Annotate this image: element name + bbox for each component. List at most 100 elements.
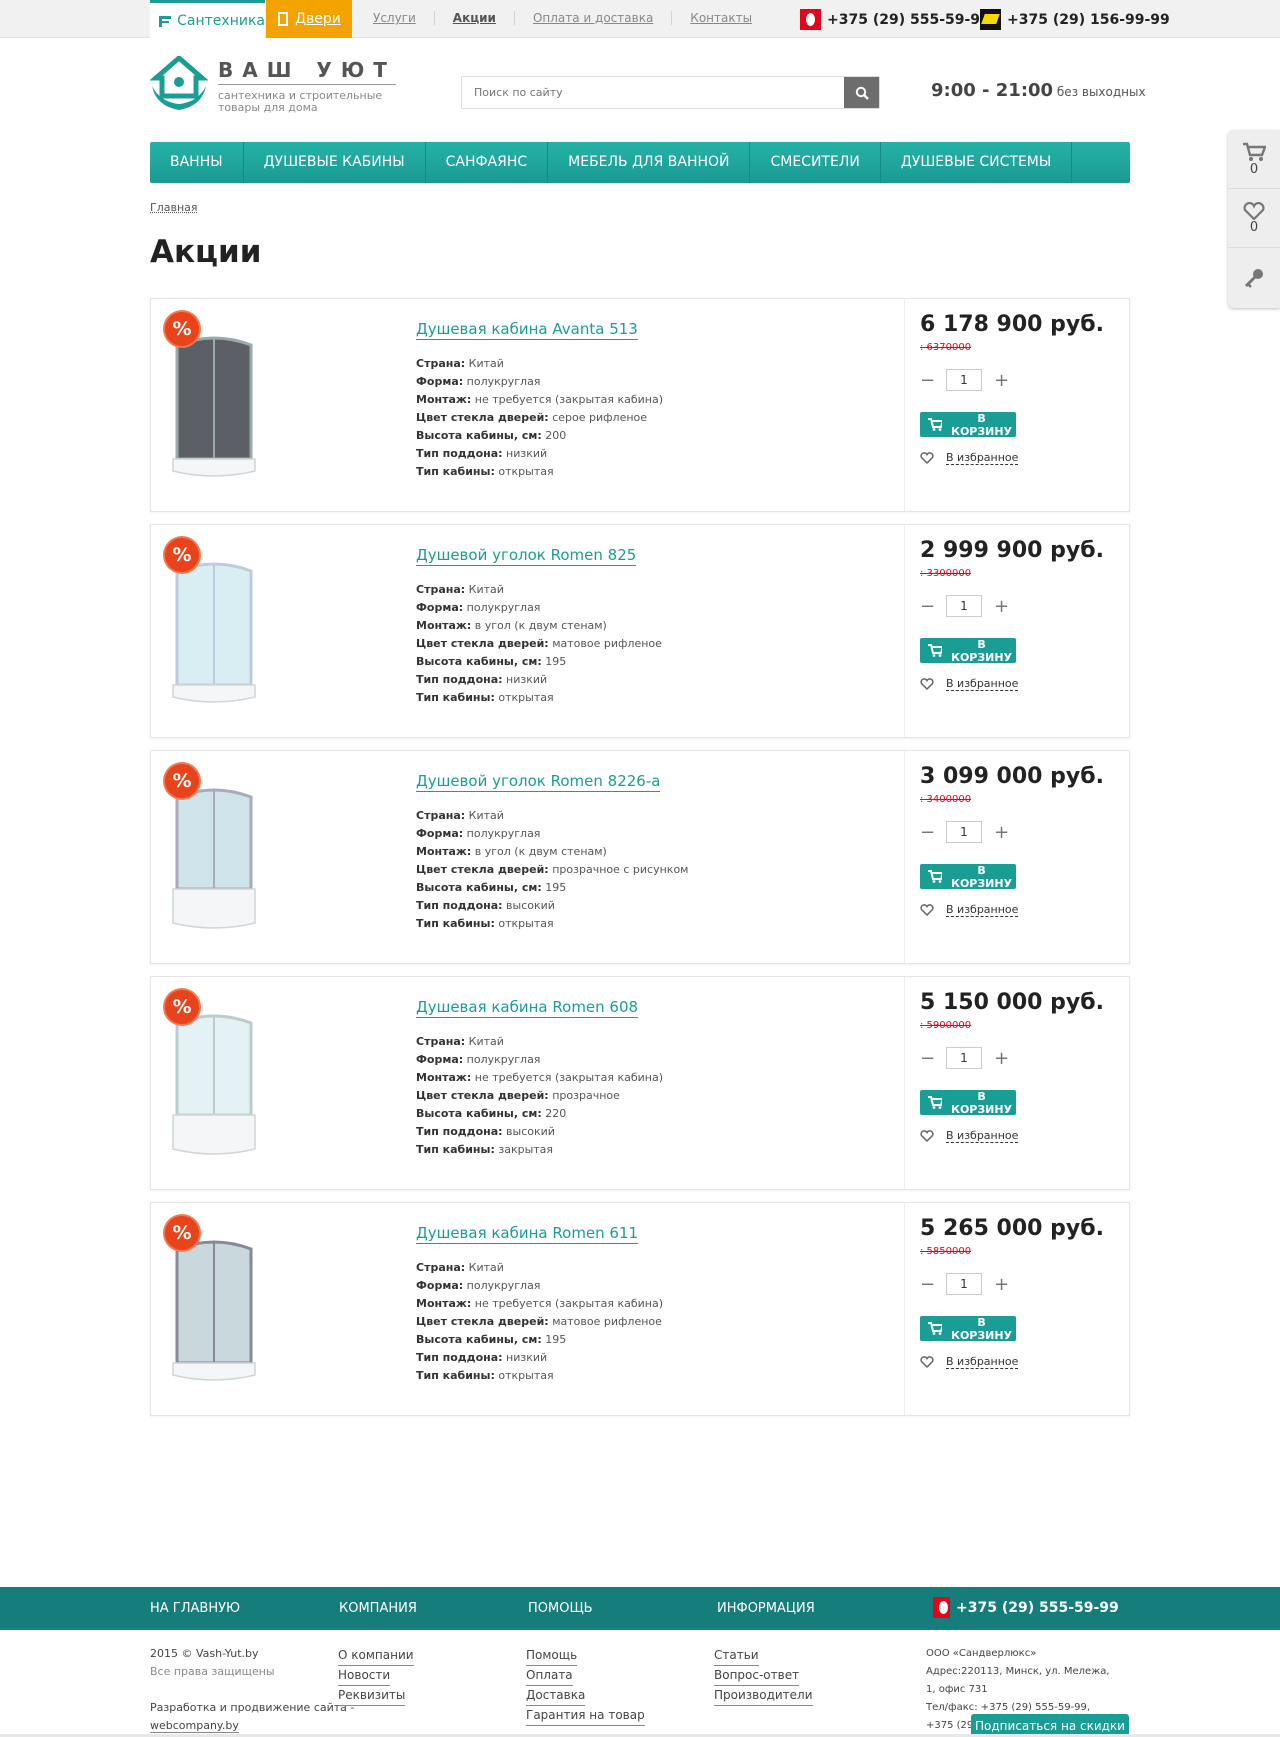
tab-santehnika[interactable]: Сантехника bbox=[150, 0, 265, 38]
prop-label: Монтаж: bbox=[416, 1297, 472, 1310]
product-image[interactable] bbox=[169, 323, 259, 483]
footer-phone-number: +375 (29) 555-59-99 bbox=[956, 1599, 1119, 1616]
product-card: % Душевой уголок Romen 825 Страна: Китай… bbox=[150, 524, 1130, 738]
decrease-button[interactable]: − bbox=[920, 1048, 935, 1069]
prop-value: низкий bbox=[506, 447, 548, 460]
decrease-button[interactable]: − bbox=[920, 822, 935, 843]
footer-phone[interactable]: +375 (29) 555-59-99 bbox=[933, 1597, 1119, 1618]
increase-button[interactable]: + bbox=[994, 370, 1009, 391]
dev-link[interactable]: webcompany.by bbox=[150, 1719, 239, 1733]
footer-info-head[interactable]: ИНФОРМАЦИЯ bbox=[717, 1601, 815, 1616]
add-to-favorites[interactable]: В избранное bbox=[920, 677, 1019, 691]
increase-button[interactable]: + bbox=[994, 1048, 1009, 1069]
product-price: 3 099 000 руб. bbox=[920, 764, 1104, 789]
main-nav-item[interactable]: ДУШЕВЫЕ КАБИНЫ bbox=[244, 142, 426, 183]
tab-doors[interactable]: Двери bbox=[266, 0, 352, 38]
add-to-favorites[interactable]: В избранное bbox=[920, 903, 1019, 917]
phone-velcom[interactable]: +375 (29) 156-99-99 bbox=[980, 9, 1170, 30]
product-image[interactable] bbox=[169, 1227, 259, 1387]
top-nav-item[interactable]: Оплата и доставка bbox=[513, 11, 671, 25]
product-old-price: : 5900000 bbox=[920, 1020, 972, 1031]
footer-link[interactable]: О компании bbox=[338, 1646, 414, 1666]
top-bar: Сантехника Двери Услуги Акции Оплата и дос… bbox=[0, 0, 1280, 38]
main-nav-item[interactable]: МЕБЕЛЬ ДЛЯ ВАННОЙ bbox=[548, 142, 751, 183]
search-input[interactable] bbox=[462, 77, 845, 108]
footer-link[interactable]: Доставка bbox=[526, 1686, 586, 1706]
footer-company-head[interactable]: КОМПАНИЯ bbox=[339, 1601, 417, 1616]
product-prop-mount: Монтаж: не требуется (закрытая кабина) bbox=[416, 1295, 663, 1313]
main-nav-item[interactable]: СМЕСИТЕЛИ bbox=[750, 142, 881, 183]
site-logo[interactable]: ВАШ УЮТ сантехника и строительные товары… bbox=[150, 56, 400, 114]
add-to-favorites[interactable]: В избранное bbox=[920, 1355, 1019, 1369]
footer-home-link[interactable]: НА ГЛАВНУЮ bbox=[150, 1601, 240, 1616]
footer-link[interactable]: Новости bbox=[338, 1666, 391, 1686]
quantity-input[interactable] bbox=[946, 1047, 982, 1069]
add-to-cart-button[interactable]: В КОРЗИНУ bbox=[920, 638, 1016, 664]
footer-link[interactable]: Статьи bbox=[714, 1646, 759, 1666]
product-name-link[interactable]: Душевой уголок Romen 8226-a bbox=[416, 772, 661, 792]
add-to-cart-button[interactable]: В КОРЗИНУ bbox=[920, 1316, 1016, 1342]
footer-link[interactable]: Вопрос-ответ bbox=[714, 1666, 800, 1686]
side-cart[interactable]: 0 bbox=[1228, 130, 1280, 189]
prop-value: Китай bbox=[468, 1261, 504, 1274]
add-to-favorites[interactable]: В избранное bbox=[920, 451, 1019, 465]
side-cart-count: 0 bbox=[1249, 161, 1259, 177]
increase-button[interactable]: + bbox=[994, 596, 1009, 617]
footer-link[interactable]: Оплата bbox=[526, 1666, 573, 1686]
footer-link[interactable]: Производители bbox=[714, 1686, 813, 1706]
product-name-link[interactable]: Душевой уголок Romen 825 bbox=[416, 546, 637, 566]
footer-help-head[interactable]: ПОМОЩЬ bbox=[528, 1601, 593, 1616]
side-favorites-count: 0 bbox=[1249, 219, 1259, 235]
main-nav-item[interactable]: ВАННЫ bbox=[150, 142, 244, 183]
product-prop-mount: Монтаж: не требуется (закрытая кабина) bbox=[416, 391, 663, 409]
product-image[interactable] bbox=[169, 1001, 259, 1161]
quantity-input[interactable] bbox=[946, 595, 982, 617]
decrease-button[interactable]: − bbox=[920, 1274, 935, 1295]
product-card: % Душевая кабина Avanta 513 Страна: Кита… bbox=[150, 298, 1130, 512]
add-to-cart-button[interactable]: В КОРЗИНУ bbox=[920, 864, 1016, 890]
favorites-label: В избранное bbox=[946, 903, 1019, 917]
footer-link[interactable]: Помощь bbox=[526, 1646, 578, 1666]
top-nav-item[interactable]: Контакты bbox=[671, 11, 770, 25]
top-nav: Услуги Акции Оплата и доставка Контакты bbox=[373, 11, 770, 25]
product-prop-mount: Монтаж: в угол (к двум стенам) bbox=[416, 617, 662, 635]
add-to-cart-button[interactable]: В КОРЗИНУ bbox=[920, 1090, 1016, 1116]
product-price: 5 150 000 руб. bbox=[920, 990, 1104, 1015]
quantity-input[interactable] bbox=[946, 1273, 982, 1295]
increase-button[interactable]: + bbox=[994, 822, 1009, 843]
add-to-favorites[interactable]: В избранное bbox=[920, 1129, 1019, 1143]
main-nav-item[interactable]: ДУШЕВЫЕ СИСТЕМЫ bbox=[881, 142, 1073, 183]
quantity-input[interactable] bbox=[946, 821, 982, 843]
heart-icon bbox=[920, 1130, 934, 1142]
quantity-input[interactable] bbox=[946, 369, 982, 391]
search-button[interactable] bbox=[844, 77, 879, 108]
heart-icon bbox=[1243, 201, 1265, 220]
prop-value: полукруглая bbox=[466, 827, 541, 840]
product-prop-type: Тип кабины: открытая bbox=[416, 689, 662, 707]
prop-label: Высота кабины, см: bbox=[416, 655, 542, 668]
prop-value: Китай bbox=[468, 583, 504, 596]
footer-link[interactable]: Гарантия на товар bbox=[526, 1706, 645, 1726]
product-name-link[interactable]: Душевая кабина Romen 611 bbox=[416, 1224, 639, 1244]
increase-button[interactable]: + bbox=[994, 1274, 1009, 1295]
top-nav-item[interactable]: Акции bbox=[433, 11, 514, 25]
side-favorites[interactable]: 0 bbox=[1228, 189, 1280, 248]
sale-badge: % bbox=[165, 1216, 199, 1250]
main-nav-item[interactable]: САНФАЯНС bbox=[426, 142, 549, 183]
phone-mts[interactable]: +375 (29) 555-59-99 bbox=[800, 9, 990, 30]
product-image[interactable] bbox=[169, 775, 259, 935]
product-prop-height: Высота кабины, см: 200 bbox=[416, 427, 663, 445]
decrease-button[interactable]: − bbox=[920, 596, 935, 617]
prop-value: 200 bbox=[545, 429, 567, 442]
product-name-link[interactable]: Душевая кабина Avanta 513 bbox=[416, 320, 638, 340]
add-to-cart-button[interactable]: В КОРЗИНУ bbox=[920, 412, 1016, 438]
prop-label: Страна: bbox=[416, 809, 466, 822]
top-nav-item[interactable]: Услуги bbox=[373, 11, 434, 25]
side-login[interactable] bbox=[1228, 248, 1280, 307]
product-name-link[interactable]: Душевая кабина Romen 608 bbox=[416, 998, 639, 1018]
footer-link[interactable]: Реквизиты bbox=[338, 1686, 406, 1706]
prop-label: Страна: bbox=[416, 357, 466, 370]
breadcrumb-home[interactable]: Главная bbox=[150, 201, 198, 214]
product-image[interactable] bbox=[169, 549, 259, 709]
decrease-button[interactable]: − bbox=[920, 370, 935, 391]
